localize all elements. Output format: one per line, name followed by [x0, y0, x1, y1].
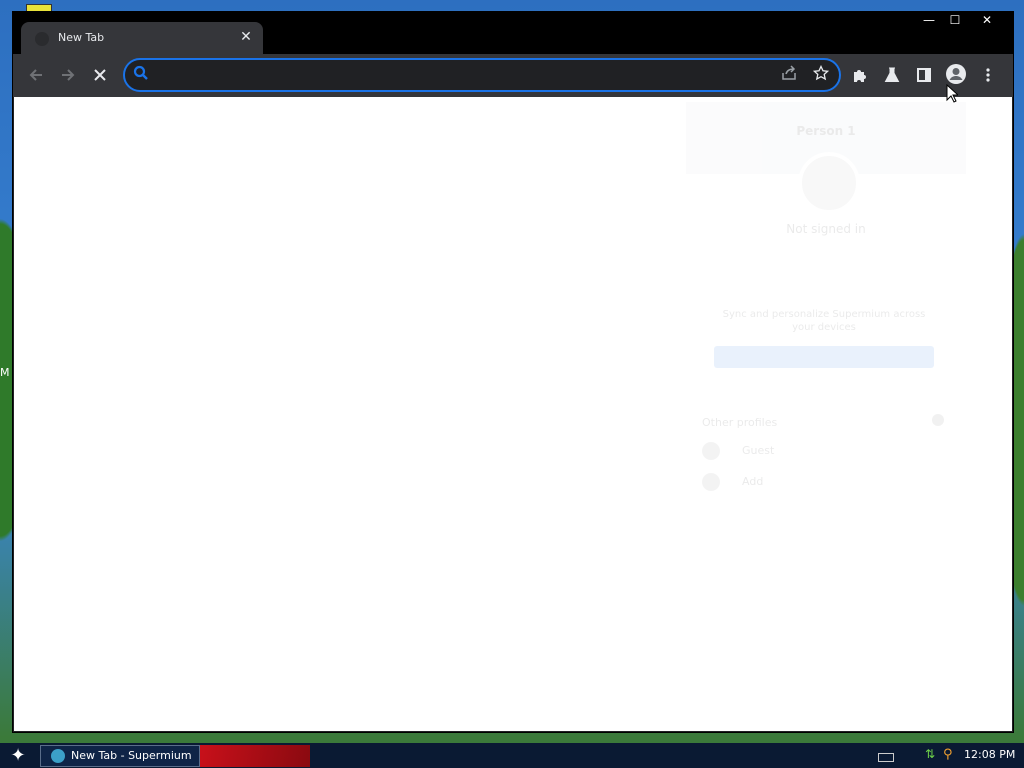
signin-status: Not signed in	[786, 222, 866, 236]
address-input[interactable]	[159, 64, 763, 88]
stop-loading-button[interactable]	[87, 62, 113, 88]
close-window-button[interactable]: ✕	[975, 12, 999, 30]
side-panel-button[interactable]	[911, 62, 937, 88]
back-button[interactable]	[23, 62, 49, 88]
extensions-button[interactable]	[847, 62, 873, 88]
tab-close-icon[interactable]: ✕	[237, 28, 255, 46]
browser-toolbar	[13, 54, 1013, 97]
sync-promo: Sync and personalize Supermium across yo…	[706, 298, 942, 378]
browser-menu-button[interactable]	[975, 62, 1001, 88]
puzzle-icon	[854, 70, 866, 82]
tab-favicon-icon	[35, 32, 49, 46]
search-icon	[131, 63, 151, 83]
kebab-menu-icon	[986, 68, 990, 82]
profile-menu-popup: Person 1 Not signed in Sync and personal…	[686, 102, 966, 510]
maximize-button[interactable]: ☐	[943, 12, 967, 30]
gear-icon[interactable]	[932, 414, 944, 426]
browser-app-icon	[51, 749, 65, 763]
share-icon[interactable]	[779, 63, 799, 83]
desktop-edge-text: M	[0, 366, 10, 379]
forward-button[interactable]	[55, 62, 81, 88]
turn-on-sync-button[interactable]	[714, 346, 934, 368]
bookmark-star-icon[interactable]	[811, 63, 831, 83]
page-content: Person 1 Not signed in Sync and personal…	[14, 97, 1012, 731]
guest-profile-item[interactable]: Guest	[702, 442, 774, 460]
avatar-icon	[946, 64, 966, 84]
profile-avatar[interactable]	[798, 152, 860, 214]
add-profile-item[interactable]: Add	[702, 473, 763, 491]
title-bar: New Tab ✕ — ☐ ✕	[13, 12, 1013, 55]
add-label: Add	[742, 475, 764, 488]
sync-promo-text: Sync and personalize Supermium across yo…	[722, 309, 926, 333]
network-icon[interactable]: ⇅	[925, 747, 939, 761]
close-icon	[94, 69, 106, 81]
profile-quick-icons[interactable]	[778, 252, 878, 268]
taskbar-decoration	[200, 745, 310, 767]
search-icon[interactable]: ⚲	[943, 747, 957, 762]
taskbar: ✦ New Tab - Supermium ⇅ ⚲ 12:08 PM	[0, 743, 1024, 768]
taskbar-item-browser[interactable]: New Tab - Supermium	[40, 745, 200, 767]
other-profiles-label: Other profiles	[702, 416, 778, 429]
tab-title: New Tab	[58, 31, 105, 44]
start-button[interactable]: ✦	[6, 745, 30, 767]
clock[interactable]: 12:08 PM	[964, 748, 1015, 761]
labs-button[interactable]	[879, 62, 905, 88]
guest-label: Guest	[742, 444, 775, 457]
side-panel-icon	[917, 68, 931, 82]
mouse-cursor-icon	[946, 84, 958, 103]
plus-icon	[702, 473, 720, 491]
arrow-left-icon	[29, 69, 42, 81]
arrow-right-icon	[62, 69, 75, 81]
taskbar-item-label: New Tab - Supermium	[71, 749, 192, 762]
guest-icon	[702, 442, 720, 460]
browser-window: New Tab ✕ — ☐ ✕ Person 1 Not signed in S…	[12, 11, 1014, 733]
tab-new-tab[interactable]: New Tab ✕	[21, 22, 263, 55]
minimize-button[interactable]: —	[917, 12, 941, 30]
address-bar[interactable]	[123, 58, 841, 92]
flask-icon	[884, 67, 900, 82]
keyboard-icon[interactable]	[878, 753, 894, 762]
profile-name: Person 1	[796, 124, 856, 138]
